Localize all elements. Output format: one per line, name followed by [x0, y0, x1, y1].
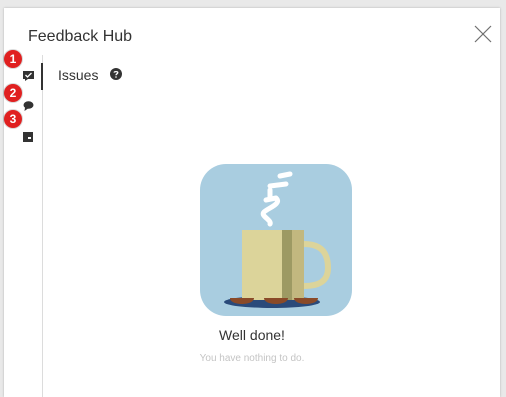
sidebar-divider	[42, 55, 43, 397]
empty-state-title: Well done!	[219, 327, 285, 343]
close-icon	[474, 25, 492, 43]
sidebar-item-comments[interactable]	[23, 101, 34, 111]
notes-icon	[23, 132, 34, 142]
comment-icon	[23, 101, 34, 111]
feedback-hub-panel: Feedback Hub 1 2 3 Issues Well done! You…	[4, 8, 500, 397]
question-circle-icon	[110, 67, 122, 84]
step-badge-1: 1	[4, 50, 22, 68]
coffee-mug-illustration	[200, 164, 352, 316]
close-button[interactable]	[474, 25, 492, 43]
sidebar-item-notes[interactable]	[23, 132, 34, 142]
section-title-issues: Issues	[58, 67, 99, 83]
step-badge-2: 2	[4, 84, 22, 102]
sidebar-item-issues[interactable]	[23, 71, 34, 81]
panel-title: Feedback Hub	[28, 28, 133, 45]
issues-check-icon	[23, 71, 34, 81]
step-badge-3: 3	[4, 110, 22, 128]
empty-state-subtitle: You have nothing to do.	[199, 353, 305, 364]
active-tab-indicator	[41, 63, 43, 90]
help-button[interactable]	[110, 67, 122, 80]
